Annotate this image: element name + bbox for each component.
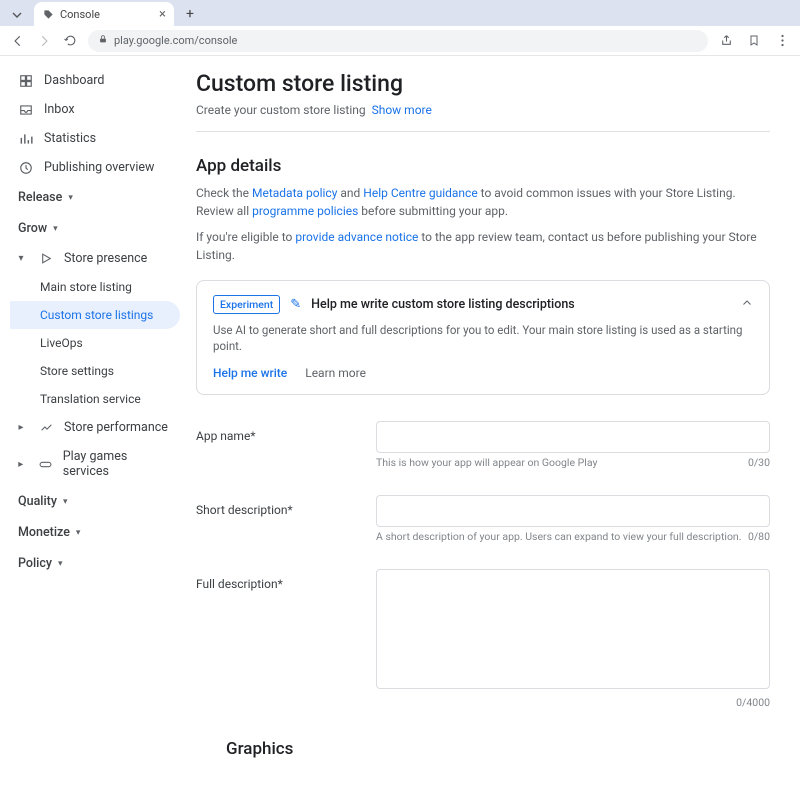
- advance-notice-link[interactable]: provide advance notice: [295, 230, 418, 244]
- sidebar-item-publishing[interactable]: Publishing overview: [10, 153, 180, 182]
- page-subtitle: Create your custom store listing Show mo…: [196, 103, 770, 132]
- section-label: Grow: [18, 221, 47, 236]
- tab-favicon: [42, 8, 54, 20]
- reload-icon[interactable]: [62, 33, 78, 49]
- sidebar-label: Store performance: [64, 420, 168, 435]
- wand-icon: ✎: [290, 297, 301, 312]
- back-icon[interactable]: [10, 33, 26, 49]
- url-text: play.google.com/console: [114, 34, 237, 47]
- expand-right-icon: ▸: [14, 459, 27, 470]
- sidebar-label: Play games services: [63, 449, 172, 479]
- sidebar-section-release[interactable]: Release ▾: [10, 182, 180, 213]
- sidebar-item-store-presence[interactable]: ▾ Store presence: [10, 244, 180, 273]
- app-name-helper: This is how your app will appear on Goog…: [376, 456, 597, 469]
- chevron-down-icon: ▾: [68, 193, 73, 203]
- browser-tab-strip: Console × +: [0, 0, 800, 26]
- share-icon[interactable]: [718, 33, 734, 49]
- app-details-p2: If you're eligible to provide advance no…: [196, 228, 770, 264]
- forward-icon: [36, 33, 52, 49]
- short-desc-helper: A short description of your app. Users c…: [376, 530, 742, 543]
- expand-right-icon: ▸: [14, 422, 28, 433]
- sidebar: Dashboard Inbox Statistics Publishing ov…: [0, 56, 180, 785]
- app-details-p1: Check the Metadata policy and Help Centr…: [196, 184, 770, 220]
- inbox-icon: [18, 103, 34, 117]
- full-desc-input[interactable]: [376, 569, 770, 689]
- section-label: Policy: [18, 556, 52, 571]
- experiment-panel: Experiment ✎ Help me write custom store …: [196, 280, 770, 395]
- url-input[interactable]: play.google.com/console: [88, 30, 708, 52]
- sidebar-label: Inbox: [44, 102, 75, 117]
- chevron-down-icon: ▾: [58, 559, 63, 569]
- app-name-label: App name*: [196, 421, 376, 443]
- sidebar-section-policy[interactable]: Policy ▾: [10, 548, 180, 579]
- chevron-down-icon: ▾: [63, 497, 68, 507]
- show-more-link[interactable]: Show more: [372, 103, 432, 117]
- sidebar-label: Statistics: [44, 131, 96, 146]
- programme-policies-link[interactable]: programme policies: [252, 204, 358, 218]
- publishing-icon: [18, 161, 34, 175]
- learn-more-link[interactable]: Learn more: [305, 366, 366, 380]
- bookmark-icon[interactable]: [746, 33, 762, 49]
- statistics-icon: [18, 132, 34, 146]
- chevron-down-icon: ▾: [53, 224, 58, 234]
- games-icon: [37, 458, 52, 471]
- section-label: Quality: [18, 494, 57, 509]
- main-content: Custom store listing Create your custom …: [180, 56, 800, 785]
- full-desc-counter: 0/4000: [736, 696, 770, 709]
- close-icon[interactable]: ×: [159, 8, 166, 21]
- sidebar-sub-main-store-listing[interactable]: Main store listing: [10, 273, 180, 301]
- dashboard-icon: [18, 74, 34, 88]
- short-desc-counter: 0/80: [748, 530, 770, 543]
- new-tab-button[interactable]: +: [180, 4, 200, 24]
- address-bar: play.google.com/console: [0, 26, 800, 56]
- sidebar-item-dashboard[interactable]: Dashboard: [10, 66, 180, 95]
- experiment-title: Help me write custom store listing descr…: [311, 297, 575, 312]
- browser-tab-active[interactable]: Console ×: [34, 2, 174, 26]
- sidebar-item-inbox[interactable]: Inbox: [10, 95, 180, 124]
- help-me-write-link[interactable]: Help me write: [213, 366, 287, 380]
- store-presence-icon: [38, 252, 54, 265]
- sidebar-item-statistics[interactable]: Statistics: [10, 124, 180, 153]
- full-desc-label: Full description*: [196, 569, 376, 591]
- lock-icon: [98, 34, 108, 47]
- sidebar-sub-store-settings[interactable]: Store settings: [10, 357, 180, 385]
- sidebar-item-store-performance[interactable]: ▸ Store performance: [10, 413, 180, 442]
- tab-dropdown-icon[interactable]: [6, 4, 28, 26]
- sidebar-label: Publishing overview: [44, 160, 154, 175]
- tab-title: Console: [60, 8, 100, 21]
- sidebar-section-grow[interactable]: Grow ▾: [10, 213, 180, 244]
- app-details-heading: App details: [196, 156, 770, 176]
- experiment-description: Use AI to generate short and full descri…: [213, 322, 753, 354]
- app-name-counter: 0/30: [748, 456, 770, 469]
- sidebar-item-play-games[interactable]: ▸ Play games services: [10, 442, 180, 486]
- short-desc-input[interactable]: [376, 495, 770, 527]
- sidebar-sub-liveops[interactable]: LiveOps: [10, 329, 180, 357]
- experiment-badge: Experiment: [213, 295, 280, 314]
- sidebar-sub-translation-service[interactable]: Translation service: [10, 385, 180, 413]
- sidebar-section-monetize[interactable]: Monetize ▾: [10, 517, 180, 548]
- graphics-heading: Graphics: [226, 739, 770, 759]
- metadata-policy-link[interactable]: Metadata policy: [252, 186, 337, 200]
- help-centre-link[interactable]: Help Centre guidance: [363, 186, 477, 200]
- sidebar-label: Dashboard: [44, 73, 104, 88]
- chevron-down-icon: ▾: [76, 528, 81, 538]
- section-label: Release: [18, 190, 62, 205]
- app-name-input[interactable]: [376, 421, 770, 453]
- menu-icon[interactable]: [774, 33, 790, 49]
- sidebar-sub-custom-store-listings[interactable]: Custom store listings: [10, 301, 180, 329]
- page-title: Custom store listing: [196, 70, 770, 97]
- expand-down-icon: ▾: [14, 253, 28, 264]
- short-desc-label: Short description*: [196, 495, 376, 517]
- section-label: Monetize: [18, 525, 70, 540]
- collapse-icon[interactable]: [741, 297, 753, 313]
- sidebar-section-quality[interactable]: Quality ▾: [10, 486, 180, 517]
- performance-icon: [38, 421, 54, 434]
- sidebar-label: Store presence: [64, 251, 147, 266]
